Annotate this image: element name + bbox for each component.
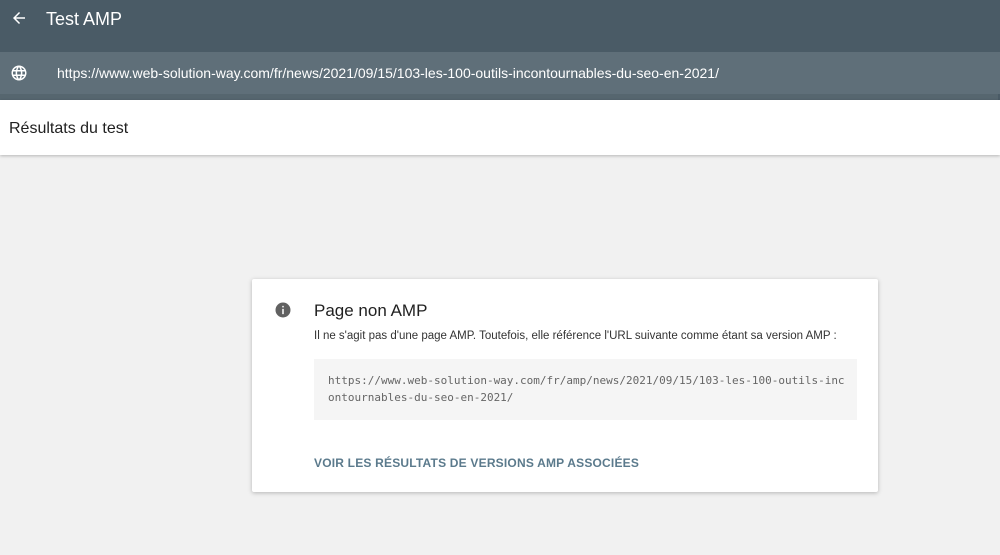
- view-amp-results-link[interactable]: VOIR LES RÉSULTATS DE VERSIONS AMP ASSOC…: [314, 456, 639, 470]
- results-header: Résultats du test: [0, 100, 1000, 155]
- info-icon: [275, 302, 291, 318]
- globe-icon: [11, 65, 27, 81]
- card-title: Page non AMP: [314, 301, 428, 320]
- arrow-left-icon: [13, 12, 25, 24]
- result-card: Page non AMP Il ne s'agit pas d'une page…: [252, 279, 878, 492]
- card-description: Il ne s'agit pas d'une page AMP. Toutefo…: [314, 330, 837, 342]
- app-header: Test AMP: [0, 0, 1000, 52]
- amp-url-text: https://www.web-solution-way.com/fr/amp/…: [328, 374, 845, 404]
- results-heading: Résultats du test: [9, 120, 129, 137]
- page-title: Test AMP: [46, 9, 123, 29]
- url-text: https://www.web-solution-way.com/fr/news…: [57, 65, 719, 81]
- amp-url-box: https://www.web-solution-way.com/fr/amp/…: [314, 359, 857, 420]
- back-button[interactable]: [0, 0, 38, 38]
- url-bar: https://www.web-solution-way.com/fr/news…: [0, 52, 1000, 94]
